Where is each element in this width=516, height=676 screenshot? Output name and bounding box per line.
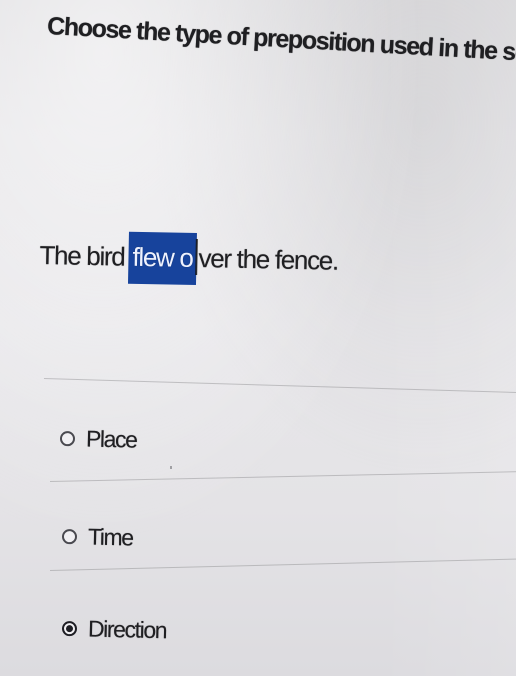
option-time[interactable]: Time	[61, 523, 133, 551]
question-prompt: Choose the type of preposition used in t…	[46, 12, 516, 72]
radio-button[interactable]	[59, 431, 76, 447]
radio-button[interactable]	[61, 529, 78, 545]
sentence-text-after: ver the fence.	[198, 243, 339, 276]
divider	[49, 558, 516, 571]
radio-button-selected[interactable]	[61, 621, 78, 637]
option-label: Place	[85, 425, 137, 453]
divider	[49, 471, 516, 482]
option-direction[interactable]: Direction	[61, 615, 167, 644]
example-sentence: The bird flew o ver the fence.	[39, 230, 338, 288]
screen-glare	[376, 0, 516, 676]
sentence-text-before: The bird	[39, 239, 125, 272]
divider	[43, 378, 516, 394]
screen-speck	[170, 466, 172, 469]
sentence-highlighted-selection[interactable]: flew o	[127, 231, 198, 286]
option-label: Time	[87, 523, 133, 551]
option-place[interactable]: Place	[59, 425, 137, 454]
option-label: Direction	[87, 615, 167, 644]
